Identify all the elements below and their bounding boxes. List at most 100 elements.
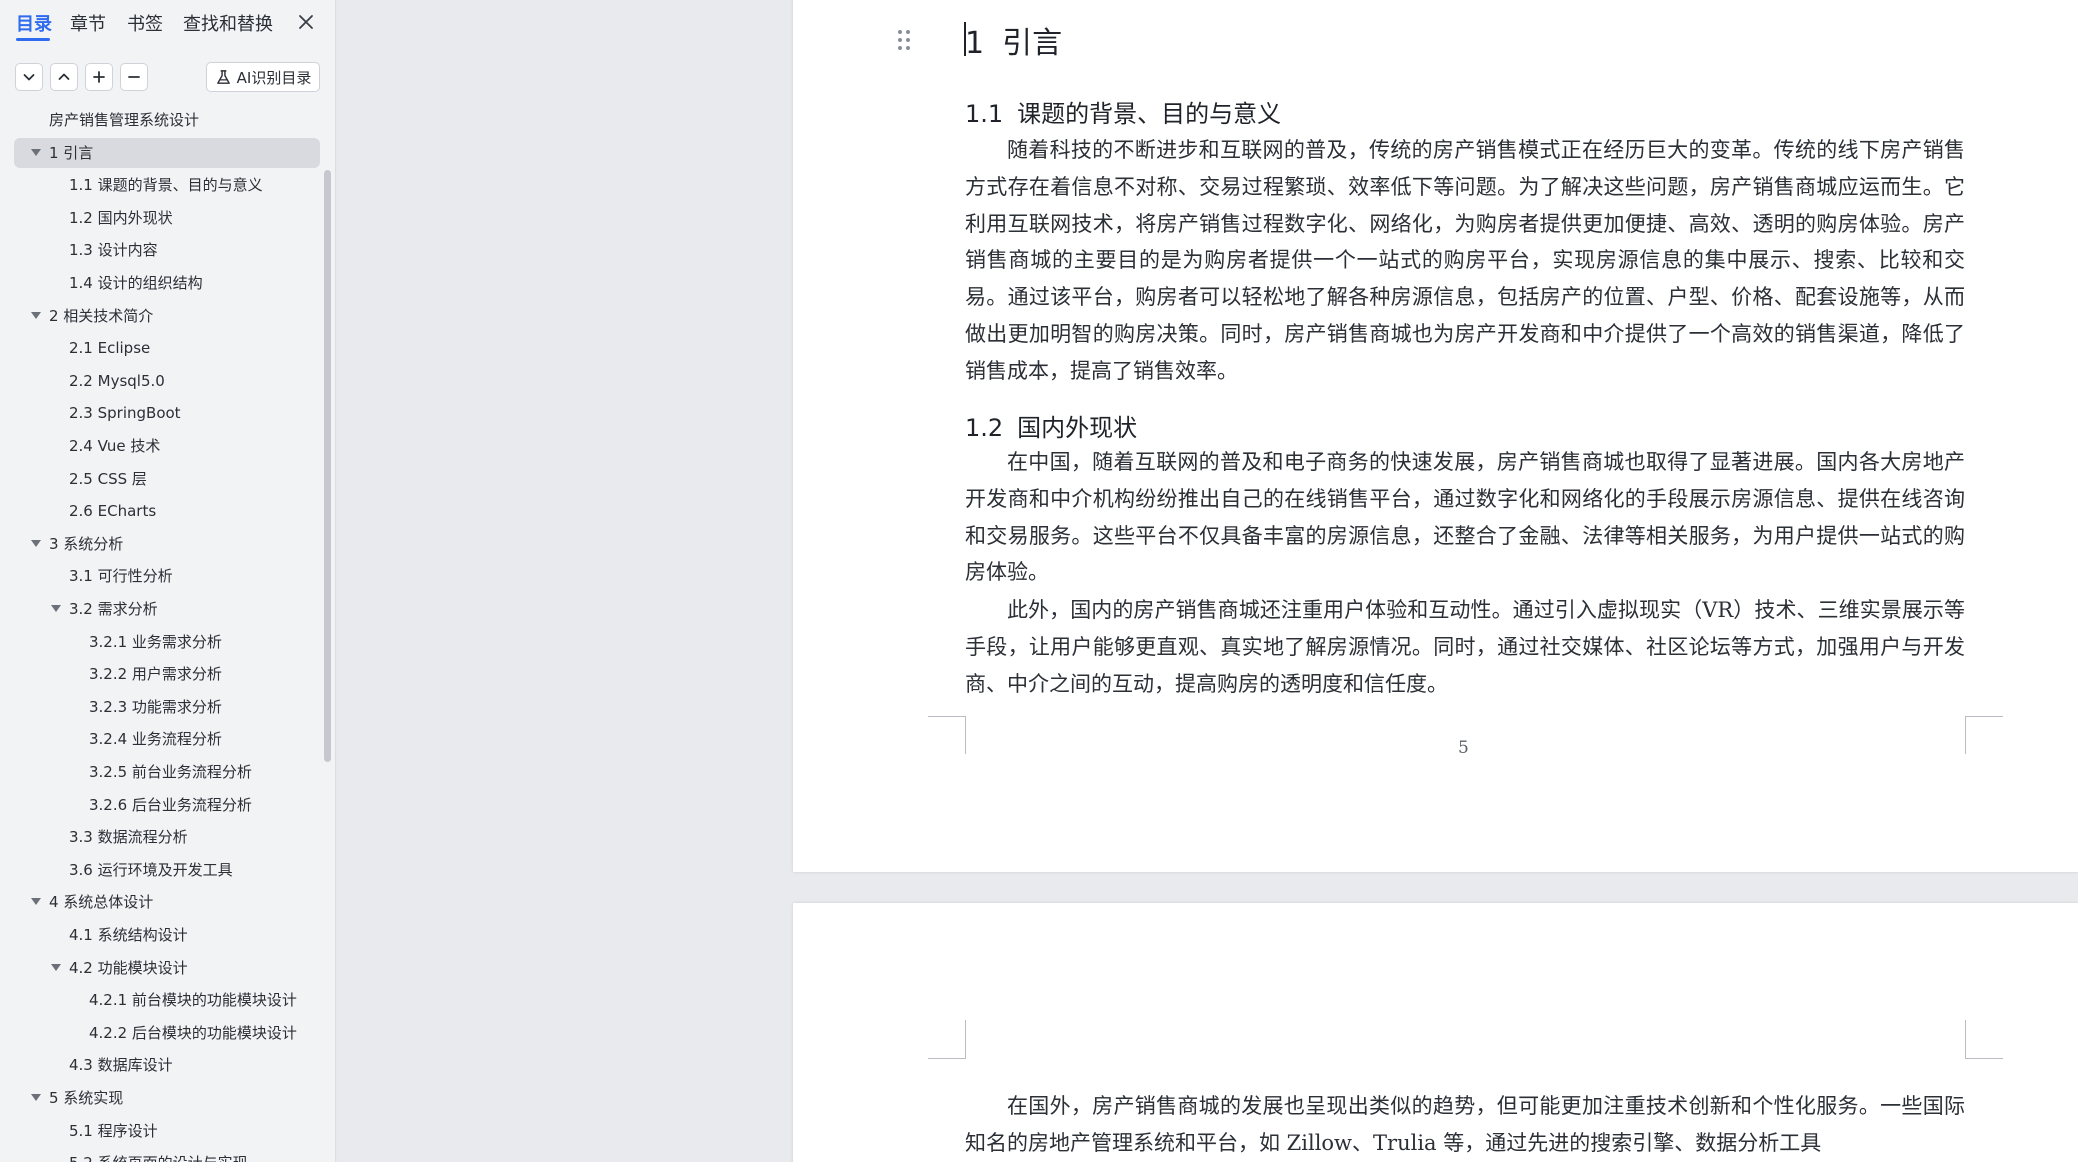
toc-item-label: 2.3 SpringBoot [69,404,181,423]
toc-item[interactable]: 2.5 CSS 层 [14,464,320,494]
expand-arrow-icon[interactable] [31,898,41,906]
toc-list: 房产销售管理系统设计 1 引言 1.1 课题的背景、目的与意义 1.2 国内外现状 1.… [0,104,335,1162]
toc-item[interactable]: 3.2.4 业务流程分析 [14,724,320,754]
minus-icon [128,76,140,78]
toc-item-label: 4.2.1 前台模块的功能模块设计 [89,991,297,1010]
toc-item-label: 5.2 系统页面的设计与实现 [69,1148,248,1162]
heading-number: 1.2 [965,414,1004,442]
toc-item-label: 4.2.2 后台模块的功能模块设计 [89,1023,297,1042]
expand-arrow-icon[interactable] [51,605,61,612]
toc-item-label: 2.2 Mysql5.0 [69,371,165,390]
toc-item-label: 2 相关技术简介 [49,306,154,325]
toc-item-label: 3.3 数据流程分析 [69,828,188,847]
toc-item[interactable]: 1.2 国内外现状 [14,203,320,233]
expand-arrow-icon[interactable] [31,311,41,319]
heading-1-1[interactable]: 1.1 课题的背景、目的与意义 [965,94,1281,129]
crop-mark [1965,1058,2003,1059]
toc-item[interactable]: 3.1 可行性分析 [14,561,320,591]
toc-item[interactable]: 2.4 Vue 技术 [14,431,320,461]
toc-item[interactable]: 3.2.1 业务需求分析 [14,627,320,657]
ai-recognize-toc-button[interactable]: AI识别目录 [206,62,320,92]
toc-item-label: 3.2.6 后台业务流程分析 [89,795,252,814]
ai-flask-icon [216,69,230,84]
collapse-all-button[interactable] [15,63,43,91]
toc-item-label: 3.2 需求分析 [69,600,158,618]
toc-item-label: 1.3 设计内容 [69,241,158,260]
toc-item-label: 1 引言 [49,143,94,162]
toc-item[interactable]: 4.3 数据库设计 [14,1050,320,1080]
toc-item-label: 2.5 CSS 层 [69,469,147,488]
toc-item[interactable]: 3.2.2 用户需求分析 [14,659,320,689]
toc-item[interactable]: 4.1 系统结构设计 [14,920,320,950]
chevron-down-icon [23,74,35,81]
paragraph[interactable]: 在中国，随着互联网的普及和电子商务的快速发展，房产销售商城也取得了显著进展。国内… [965,444,1965,591]
toc-item[interactable]: 2 相关技术简介 [14,301,320,331]
toc-item-label: 3.2.1 业务需求分析 [89,632,222,651]
expand-all-button[interactable] [50,63,78,91]
toc-item-label: 4.1 系统结构设计 [69,926,188,944]
toc-item[interactable]: 3.3 数据流程分析 [14,822,320,852]
toc-item-label: 3.2.3 功能需求分析 [89,697,222,716]
toc-item[interactable]: 1.4 设计的组织结构 [14,268,320,298]
toc-item[interactable]: 1.3 设计内容 [14,235,320,265]
toc-item[interactable]: 2.2 Mysql5.0 [14,366,320,396]
close-sidebar-button[interactable] [294,10,318,34]
heading-text: 国内外现状 [1017,414,1138,442]
ai-recognize-label: AI识别目录 [236,68,312,87]
toc-item[interactable]: 3.2.5 前台业务流程分析 [14,757,320,787]
tab-bookmarks[interactable]: 书签 [127,10,163,36]
page-number: 5 [1458,738,1469,758]
tab-find-replace[interactable]: 查找和替换 [183,10,273,36]
toc-item[interactable]: 4.2.2 后台模块的功能模块设计 [14,1018,320,1048]
toc-item[interactable]: 2.6 ECharts [14,496,320,526]
block-drag-handle-icon[interactable] [898,30,912,52]
crop-mark [928,716,966,717]
toc-item[interactable]: 2.3 SpringBoot [14,398,320,428]
toc-item-label: 3.2.5 前台业务流程分析 [89,763,252,781]
toc-item-label: 4.2 功能模块设计 [69,958,188,977]
toc-item[interactable]: 3 系统分析 [14,529,320,559]
heading-1-2[interactable]: 1.2 国内外现状 [965,408,1137,443]
toc-item[interactable]: 3.2.3 功能需求分析 [14,692,320,722]
toc-item-label: 4.3 数据库设计 [69,1056,173,1075]
toc-item[interactable]: 4.2.1 前台模块的功能模块设计 [14,985,320,1015]
paragraph[interactable]: 在国外，房产销售商城的发展也呈现出类似的趋势，但可能更加注重技术创新和个性化服务… [965,1088,1965,1162]
heading-number: 1 [965,26,985,61]
expand-arrow-icon[interactable] [51,963,61,971]
crop-mark [1965,716,1966,754]
toc-item-label: 1.4 设计的组织结构 [69,274,203,292]
toc-item[interactable]: 3.2 需求分析 [14,594,320,624]
expand-arrow-icon[interactable] [31,539,41,547]
expand-arrow-icon[interactable] [31,1094,41,1101]
toc-item[interactable]: 3.6 运行环境及开发工具 [14,855,320,885]
toc-item-label: 1.2 国内外现状 [69,208,173,227]
remove-heading-button[interactable] [120,63,148,91]
toc-item[interactable]: 1.1 课题的背景、目的与意义 [14,170,320,200]
toc-scrollbar[interactable] [324,170,331,762]
expand-arrow-icon[interactable] [31,148,41,156]
tab-chapters[interactable]: 章节 [70,10,106,36]
toc-item[interactable]: 房产销售管理系统设计 [14,105,320,135]
paragraph[interactable]: 随着科技的不断进步和互联网的普及，传统的房产销售模式正在经历巨大的变革。传统的线… [965,132,1965,390]
text-cursor [964,22,966,56]
toc-item-label: 3 系统分析 [49,534,124,553]
add-heading-button[interactable] [85,63,113,91]
toc-item-label: 5 系统实现 [49,1089,124,1107]
toc-item[interactable]: 5.1 程序设计 [14,1116,320,1146]
toc-item-label: 2.4 Vue 技术 [69,437,161,455]
toc-item[interactable]: 5.2 系统页面的设计与实现 [14,1148,320,1162]
toc-item[interactable]: 1 引言 [14,137,320,168]
toc-item-label: 3.1 可行性分析 [69,567,173,586]
heading-1-intro[interactable]: 1 引言 [965,18,1062,62]
sidebar-tabs: 目录 章节 书签 查找和替换 [0,0,335,46]
toc-item[interactable]: 2.1 Eclipse [14,333,320,363]
toc-item[interactable]: 5 系统实现 [14,1083,320,1113]
toc-item[interactable]: 4 系统总体设计 [14,887,320,917]
toc-item-label: 房产销售管理系统设计 [49,111,200,129]
toc-item[interactable]: 3.2.6 后台业务流程分析 [14,790,320,820]
toc-item-label: 5.1 程序设计 [69,1121,158,1140]
close-icon [299,15,313,29]
toc-item[interactable]: 4.2 功能模块设计 [14,953,320,983]
tab-toc[interactable]: 目录 [16,10,52,36]
paragraph[interactable]: 此外，国内的房产销售商城还注重用户体验和互动性。通过引入虚拟现实（VR）技术、三… [965,592,1965,702]
